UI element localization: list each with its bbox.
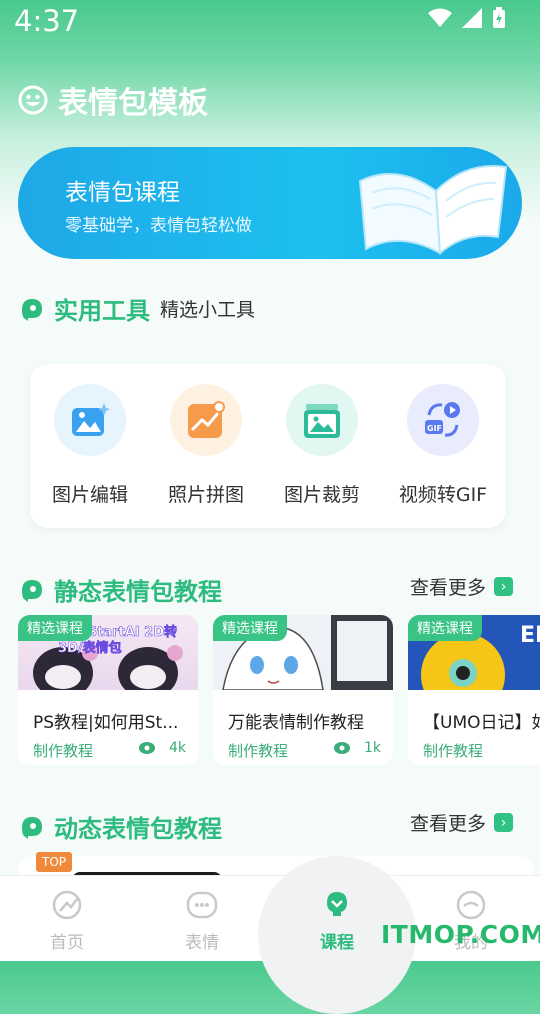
nav-course[interactable]: 课程	[297, 890, 377, 953]
status-time: 4:37	[14, 4, 80, 38]
tool-label: 视频转GIF	[398, 484, 488, 506]
card-title: 万能表情制作教程	[228, 713, 364, 733]
battery-icon	[493, 7, 505, 28]
tool-label: 图片编辑	[51, 484, 128, 506]
tool-image-edit[interactable]: 图片编辑	[35, 384, 145, 507]
open-book-icon	[358, 165, 508, 256]
course-banner[interactable]: 表情包课程 零基础学，表情包轻松做	[18, 147, 522, 259]
thumbnail-text: EL	[520, 623, 540, 648]
see-more-label: 查看更多	[410, 577, 487, 599]
card-category: 制作教程	[228, 742, 289, 760]
dynamic-see-more[interactable]: 查看更多 ›	[410, 809, 514, 836]
app-header: 表情包模板	[18, 78, 208, 122]
card-views: 1k	[333, 740, 381, 756]
image-edit-icon	[72, 403, 110, 436]
course-icon	[327, 892, 347, 916]
course-card[interactable]: EL 精选课程 【UMO日记】如 制作教程	[408, 615, 540, 765]
card-title: PS教程|如何用St...	[33, 713, 179, 733]
banner-title: 表情包课程	[65, 180, 180, 206]
wifi-icon	[428, 8, 452, 27]
section-head-icon	[22, 816, 42, 839]
nav-label: 表情	[185, 933, 219, 953]
image-crop-icon	[304, 404, 340, 438]
card-category: 制作教程	[423, 742, 484, 760]
card-tag: 精选课程	[408, 615, 482, 641]
section-head-icon	[22, 298, 42, 321]
view-count: 4k	[168, 740, 186, 756]
chevron-right-icon: ›	[494, 577, 514, 596]
view-count: 1k	[363, 740, 381, 756]
tool-label: 图片裁剪	[283, 484, 360, 506]
eye-icon	[333, 742, 350, 754]
chevron-right-icon: ›	[494, 813, 514, 832]
course-card[interactable]: 精选课程 万能表情制作教程 制作教程 1k	[213, 615, 393, 765]
tool-label: 照片拼图	[167, 484, 244, 506]
tools-section-subtitle: 精选小工具	[160, 299, 256, 321]
eye-icon	[138, 742, 155, 754]
static-see-more[interactable]: 查看更多 ›	[410, 573, 514, 600]
smiley-icon	[18, 85, 48, 115]
card-views: 4k	[138, 740, 186, 756]
card-body: PS教程|如何用St... 制作教程 4k	[18, 690, 198, 765]
section-head-icon	[22, 579, 42, 602]
tool-video-to-gif[interactable]: GIF 视频转GIF	[388, 384, 498, 507]
nav-label: 首页	[50, 933, 84, 953]
course-card[interactable]: PS+StartAI 2D转3D/表情包 精选课程 PS教程|如何用St... …	[18, 615, 198, 765]
watermark: ITMOP.COM	[381, 920, 540, 949]
svg-text:GIF: GIF	[427, 424, 442, 433]
home-icon	[52, 890, 82, 920]
dynamic-section-title: 动态表情包教程	[54, 815, 222, 843]
tools-section-title: 实用工具	[54, 297, 150, 325]
emoji-icon	[186, 891, 218, 919]
banner-subtitle: 零基础学，表情包轻松做	[65, 216, 252, 236]
card-tag: 精选课程	[213, 615, 287, 641]
card-body: 【UMO日记】如 制作教程	[408, 690, 540, 765]
tool-image-crop[interactable]: 图片裁剪	[267, 384, 377, 507]
nav-label: 课程	[320, 933, 354, 953]
nav-emoji[interactable]: 表情	[162, 890, 242, 953]
card-category: 制作教程	[33, 742, 94, 760]
tools-section-header: 实用工具 精选小工具	[18, 291, 255, 326]
signal-icon	[462, 8, 482, 28]
top-badge: TOP	[36, 852, 72, 872]
status-icons	[428, 7, 506, 29]
page-title: 表情包模板	[58, 86, 208, 121]
video-to-gif-icon: GIF	[425, 402, 460, 437]
tool-photo-collage[interactable]: 照片拼图	[151, 384, 261, 507]
static-section-header: 静态表情包教程	[18, 572, 222, 607]
nav-home[interactable]: 首页	[27, 890, 107, 953]
photo-collage-icon	[188, 401, 225, 438]
profile-icon	[456, 890, 486, 920]
see-more-label: 查看更多	[410, 813, 487, 835]
card-title: 【UMO日记】如	[423, 713, 540, 733]
card-body: 万能表情制作教程 制作教程 1k	[213, 690, 393, 765]
tools-card: 图片编辑 照片拼图 图片裁剪 GIF 视频转GIF	[30, 364, 506, 528]
static-section-title: 静态表情包教程	[54, 578, 222, 606]
card-tag: 精选课程	[18, 615, 92, 641]
dynamic-section-header: 动态表情包教程	[18, 809, 222, 844]
